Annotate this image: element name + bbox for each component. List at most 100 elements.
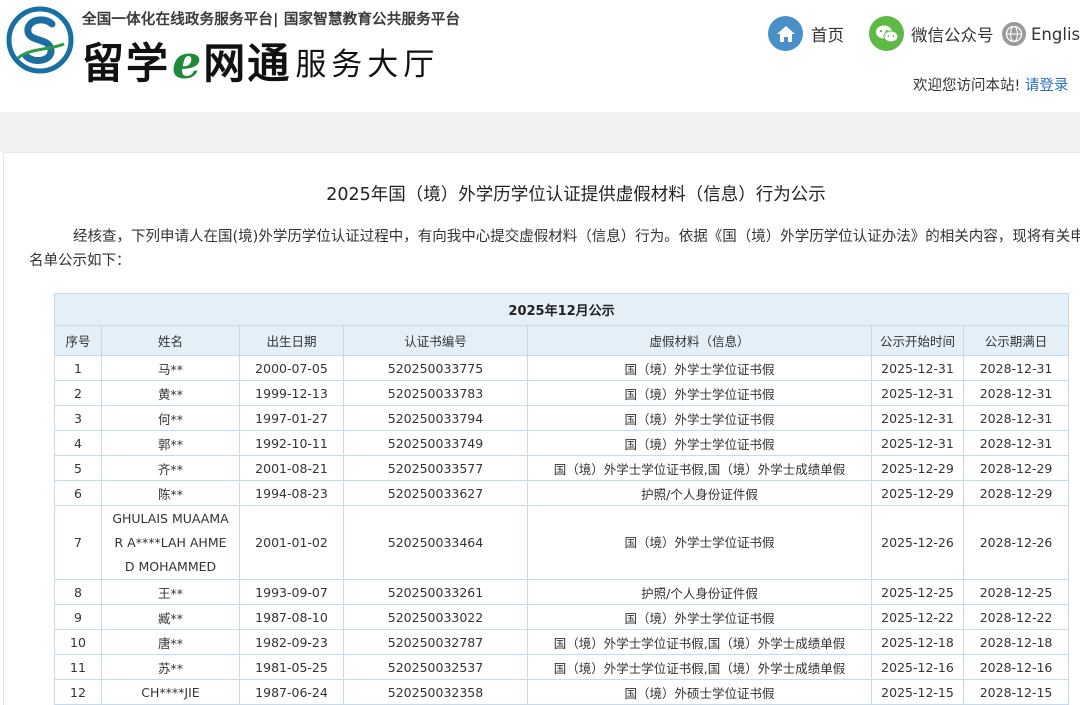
table-cell: 3 [54,405,102,431]
table-row: 7 GHULAIS MUAAMAR A****LAH AHMED MOHAMMED… [54,505,1070,580]
table-cell: 1994-08-23 [239,480,344,506]
table-cell: GHULAIS MUAAMAR A****LAH AHMED MOHAMMED [101,505,240,580]
table-cell: 2028-12-18 [962,629,1070,655]
table-cell: CH****JIE [101,679,240,705]
table-cell: 国（境）外硕士学位证书假 [527,679,872,705]
column-header: 公示期满日 [962,325,1070,356]
column-header: 序号 [54,325,102,356]
intro-line-1: 经核查，下列申请人在国(境)外学历学位认证过程中，有向我中心提交虚假材料（信息）… [73,229,1080,245]
table-cell: 5 [54,455,102,481]
brand-e: e [172,35,202,89]
column-header: 姓名 [101,325,240,356]
table-cell: 1997-01-27 [239,405,344,431]
table-cell: 护照/个人身份证件假 [527,480,872,506]
table-cell: 520250032358 [343,679,528,705]
table-cell: 马** [101,355,240,381]
table-caption-row: 2025年12月公示 [53,293,1070,326]
table-cell: 2001-08-21 [239,455,344,481]
table-cell: 2028-12-31 [962,405,1070,431]
table-cell: 黄** [101,380,240,406]
table-cell: 10 [54,629,102,655]
table-cell: 2028-12-31 [962,355,1070,381]
table-cell: 2025-12-25 [871,579,964,605]
table-cell: 2028-12-22 [962,604,1070,630]
table-cell: 2028-12-25 [962,579,1070,605]
table-cell: 国（境）外学士学位证书假 [527,405,872,431]
table-cell: 12 [54,679,102,705]
header-divider-band [0,112,1080,152]
table-row: 4 郭** 1992-10-11 520250033749 国（境）外学士学位证书假 20… [54,430,1070,456]
column-header: 公示开始时间 [871,325,964,356]
table-cell: 520250033464 [343,505,528,580]
logo-icon[interactable] [6,6,74,74]
table-cell: 1 [54,355,102,381]
brand-suffix: 服务大厅 [295,47,440,83]
table-cell: 国（境）外学士学位证书假,国（境）外学士成绩单假 [527,455,872,481]
table-cell: 4 [54,430,102,456]
wechat-icon [869,16,904,51]
table-cell: 2 [54,380,102,406]
table-cell: 2001-01-02 [239,505,344,580]
disclosure-table: 2025年12月公示 序号 姓名 出生日期 认证书编号 虚假材料（信息） 公示开始时间 公示… [53,293,1070,705]
table-cell: 2028-12-31 [962,430,1070,456]
table-cell: 6 [54,480,102,506]
table-cell: 9 [54,604,102,630]
intro-line-2: 名单公示如下： [29,253,131,269]
table-cell: 520250033022 [343,604,528,630]
table-cell: 2028-12-31 [962,380,1070,406]
table-cell: 国（境）外学士学位证书假 [527,430,872,456]
nav-wechat-link[interactable]: 微信公众号 [869,16,994,51]
column-header: 虚假材料（信息） [527,325,872,356]
nav-home-link[interactable]: 首页 [768,16,844,51]
login-link[interactable]: 请登录 [1025,78,1069,94]
table-cell: 2025-12-31 [871,355,964,381]
table-row: 11 苏** 1981-05-25 520250032537 国（境）外学士学位证书假,… [54,654,1070,680]
table-cell: 唐** [101,629,240,655]
table-cell: 陈** [101,480,240,506]
table-caption: 2025年12月公示 [53,293,1070,326]
table-cell: 2000-07-05 [239,355,344,381]
table-cell: 520250032537 [343,654,528,680]
table-cell: 2025-12-26 [871,505,964,580]
nav-home-label: 首页 [811,25,844,45]
table-cell: 520250033783 [343,380,528,406]
table-row: 12 CH****JIE 1987-06-24 520250032358 国（境）外硕士… [54,679,1070,705]
table-cell: 国（境）外学士学位证书假,国（境）外学士成绩单假 [527,629,872,655]
table-row: 2 黄** 1999-12-13 520250033783 国（境）外学士学位证书假 20… [54,380,1070,406]
table-cell: 苏** [101,654,240,680]
table-cell: 2028-12-29 [962,480,1070,506]
table-cell: 何** [101,405,240,431]
table-cell: 臧** [101,604,240,630]
table-cell: 国（境）外学士学位证书假 [527,505,872,580]
table-cell: 2028-12-26 [962,505,1070,580]
table-cell: 国（境）外学士学位证书假,国（境）外学士成绩单假 [527,654,872,680]
table-cell: 520250033261 [343,579,528,605]
page-title: 2025年国（境）外学历学位认证提供虚假材料（信息）行为公示 [326,185,826,205]
table-cell: 2025-12-31 [871,430,964,456]
table-row: 9 臧** 1987-08-10 520250033022 国（境）外学士学位证书假 20… [54,604,1070,630]
table-cell: 2025-12-18 [871,629,964,655]
intro-paragraph: 经核查，下列申请人在国(境)外学历学位认证过程中，有向我中心提交虚假材料（信息）… [29,225,1080,273]
welcome-text: 欢迎您访问本站! [913,78,1021,94]
table-row: 6 陈** 1994-08-23 520250033627 护照/个人身份证件假 2025… [54,480,1070,506]
table-cell: 郭** [101,430,240,456]
column-header: 认证书编号 [343,325,528,356]
brand-part1: 留学 [82,39,171,88]
table-cell: 1993-09-07 [239,579,344,605]
brand-title[interactable]: 留学e网通 服务大厅 [82,30,439,91]
table-cell: 520250033577 [343,455,528,481]
site-header: 全国一体化在线政务服务平台| 国家智慧教育公共服务平台 留学e网通 服务大厅 首页… [0,0,1080,112]
nav-english-link[interactable]: English [1002,22,1080,46]
table-cell: 7 [54,505,102,580]
table-cell: 2025-12-29 [871,480,964,506]
table-cell: 2025-12-22 [871,604,964,630]
table-cell: 国（境）外学士学位证书假 [527,380,872,406]
table-cell: 520250033775 [343,355,528,381]
table-row: 8 王** 1993-09-07 520250033261 护照/个人身份证件假 2025… [54,579,1070,605]
table-cell: 国（境）外学士学位证书假 [527,604,872,630]
table-cell: 2025-12-16 [871,654,964,680]
table-cell: 520250032787 [343,629,528,655]
home-icon [768,16,803,51]
table-header-row: 序号 姓名 出生日期 认证书编号 虚假材料（信息） 公示开始时间 公示期满日 [54,325,1070,356]
table-cell: 11 [54,654,102,680]
